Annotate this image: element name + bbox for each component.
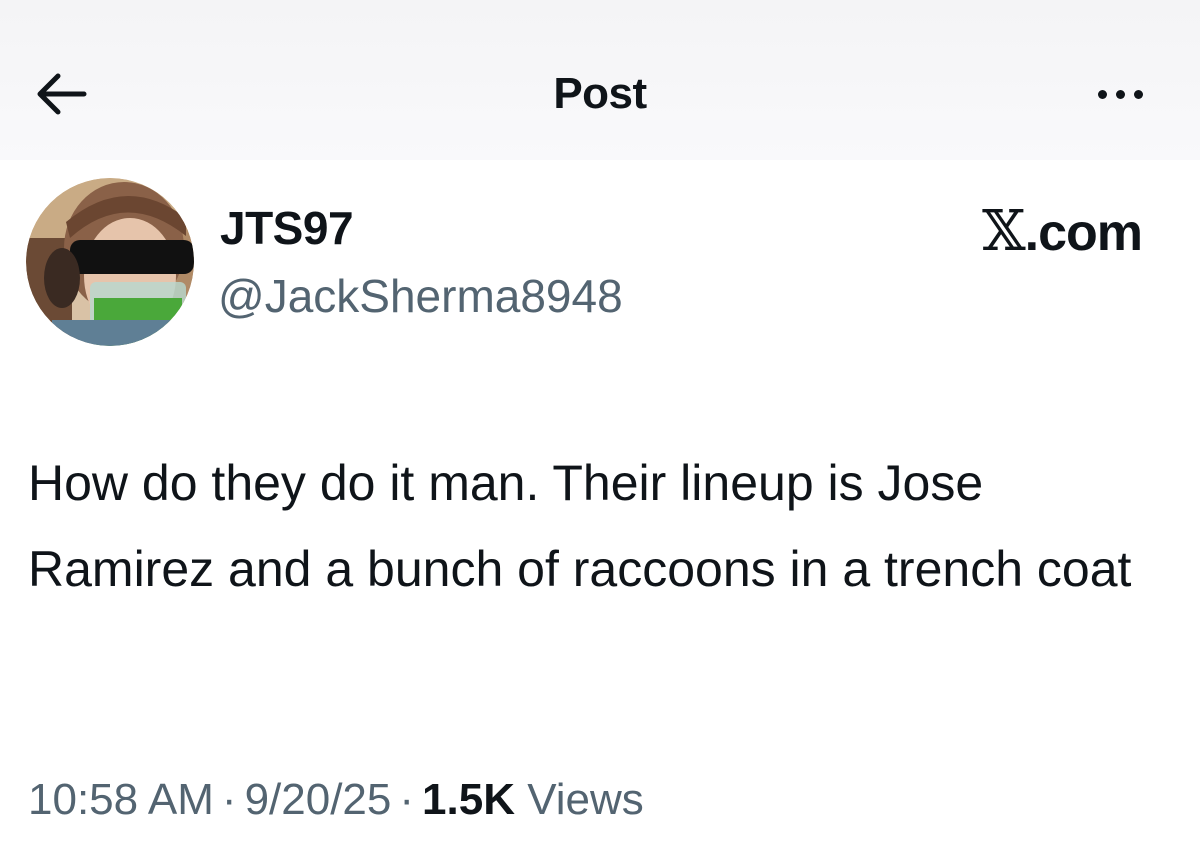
more-horizontal-icon [1097, 89, 1107, 99]
views-count: 1.5K [422, 775, 515, 824]
more-options-button[interactable] [1080, 68, 1160, 120]
post-text: How do they do it man. Their lineup is J… [28, 455, 1132, 597]
post-time[interactable]: 10:58 AM [28, 775, 214, 824]
views-label: Views [527, 775, 644, 824]
post-meta: 10:58 AM · 9/20/25 · 1.5K Views [28, 770, 644, 830]
separator: · [221, 775, 237, 824]
site-domain: .com [1024, 204, 1143, 262]
top-bar: Post [0, 0, 1200, 160]
display-name[interactable]: JTS97 [220, 200, 354, 256]
post-date[interactable]: 9/20/25 [245, 775, 392, 824]
avatar[interactable] [26, 178, 194, 346]
user-handle[interactable]: @JackSherma8948 [218, 268, 623, 324]
post-page: Post JTS97 @JackSherma8948 𝕏.com How do … [0, 0, 1200, 866]
x-logo-icon: 𝕏 [982, 199, 1025, 264]
site-badge: 𝕏.com [982, 199, 1143, 265]
page-title: Post [553, 69, 647, 118]
more-dot [1115, 89, 1125, 99]
more-dot [1133, 89, 1143, 99]
separator: · [399, 775, 415, 824]
profile-photo [26, 178, 194, 346]
